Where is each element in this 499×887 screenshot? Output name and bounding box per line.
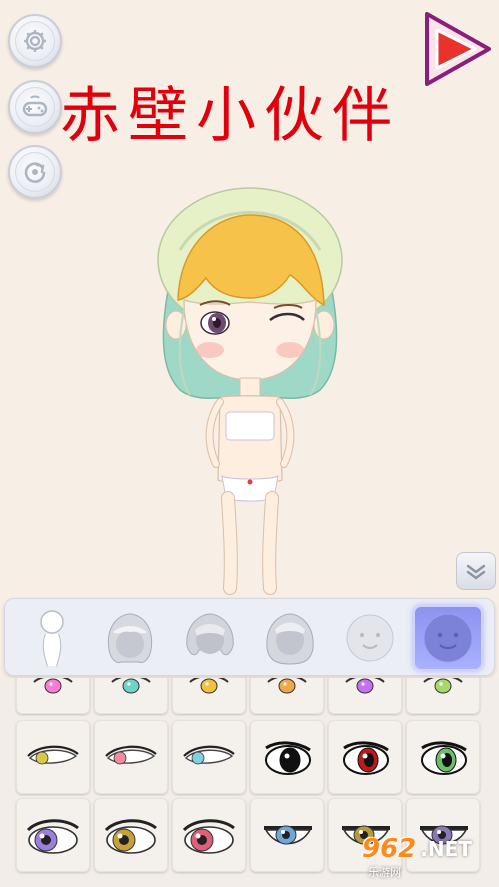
play-button[interactable] <box>423 10 493 88</box>
game-button[interactable] <box>8 80 62 134</box>
gear-icon <box>15 21 55 61</box>
chevron-down-icon <box>466 564 486 580</box>
eye-option-tile[interactable] <box>172 798 246 872</box>
tab-body[interactable] <box>17 605 87 671</box>
settings-button[interactable] <box>8 14 62 68</box>
eye-icon <box>104 819 157 854</box>
eye-option-tile[interactable] <box>16 678 90 714</box>
eye-option-tile[interactable] <box>406 678 480 714</box>
eye-icon <box>26 819 79 854</box>
eye-option-tile[interactable] <box>16 798 90 872</box>
eye-option-tile[interactable] <box>172 720 246 794</box>
watermark-number: 962 <box>362 834 417 864</box>
eye-icon <box>111 678 151 694</box>
eye-option-tile[interactable] <box>250 678 324 714</box>
gamepad-icon <box>15 87 55 127</box>
eye-icon <box>421 741 467 775</box>
eye-option-tile[interactable] <box>94 720 168 794</box>
eye-option-tile[interactable] <box>250 720 324 794</box>
eye-icon <box>183 745 235 765</box>
eye-option-tile[interactable] <box>328 720 402 794</box>
tab-hair-front[interactable] <box>95 605 165 671</box>
hair-icon <box>266 613 314 665</box>
play-icon <box>425 12 491 86</box>
eye-option-tile[interactable] <box>172 678 246 714</box>
watermark-subtitle: 乐游网 <box>368 866 401 879</box>
tab-face[interactable] <box>335 605 405 671</box>
eye-icon <box>423 678 463 694</box>
eye-icon <box>264 825 312 845</box>
body-icon <box>40 610 64 667</box>
category-bar <box>4 598 495 676</box>
hair-icon <box>186 613 234 656</box>
eye-option-tile[interactable] <box>250 798 324 872</box>
reset-button[interactable] <box>8 145 62 199</box>
eye-icon <box>343 741 389 775</box>
eye-icon <box>189 678 229 694</box>
eye-icon <box>267 678 307 694</box>
face-icon <box>423 613 473 663</box>
face-icon <box>346 614 394 662</box>
collapse-button[interactable] <box>456 552 496 590</box>
reset-icon <box>15 152 55 192</box>
hair-icon <box>107 613 153 663</box>
eye-icon <box>265 741 311 775</box>
eye-option-tile[interactable] <box>94 678 168 714</box>
watermark: 962 .NET 乐游网 <box>362 834 496 884</box>
eye-icon <box>27 745 79 765</box>
watermark-suffix: .NET <box>420 837 472 861</box>
eye-icon <box>33 678 73 694</box>
eye-option-tile[interactable] <box>328 678 402 714</box>
tab-eyes[interactable] <box>413 605 483 671</box>
eye-option-tile[interactable] <box>16 720 90 794</box>
eye-icon <box>345 678 385 694</box>
tab-hair-back[interactable] <box>175 605 245 671</box>
eye-option-tile[interactable] <box>94 798 168 872</box>
character-preview[interactable] <box>140 180 360 600</box>
eye-option-tile[interactable] <box>406 720 480 794</box>
tab-hair-full[interactable] <box>255 605 325 671</box>
page-title: 赤壁小伙伴 <box>60 81 400 151</box>
eye-icon <box>105 745 157 765</box>
eye-icon <box>182 819 235 854</box>
